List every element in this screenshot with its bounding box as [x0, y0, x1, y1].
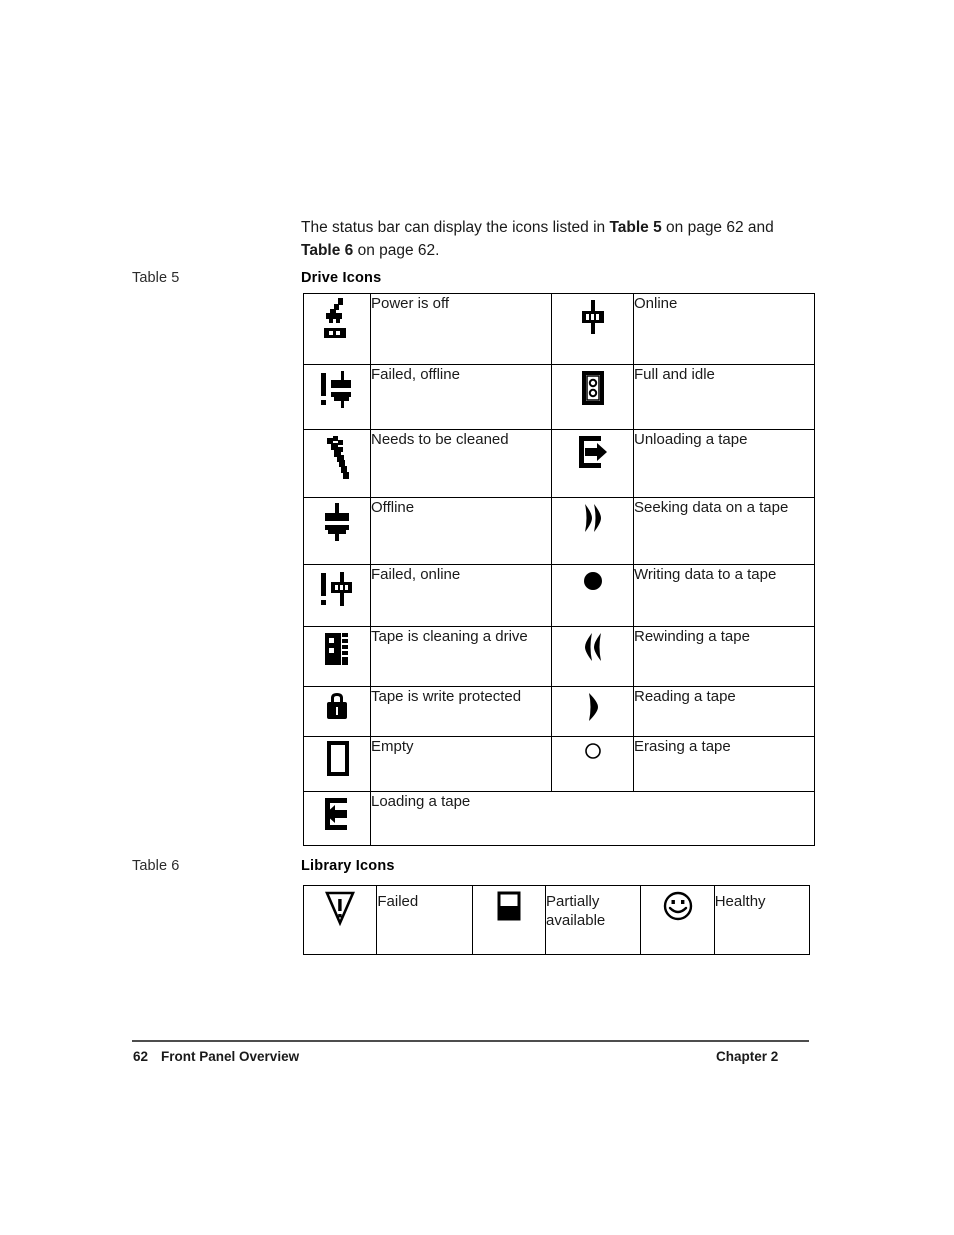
healthy-smiley-icon-cell: [640, 885, 715, 955]
table-row: Failed, offline Full and idle: [303, 364, 815, 430]
partially-available-icon: [492, 886, 526, 926]
needs-cleaning-icon-cell: [303, 429, 371, 498]
row-label: Healthy: [713, 885, 811, 955]
row-label: Failed: [376, 885, 473, 955]
reading-icon-cell: [551, 686, 634, 737]
rewinding-icon-cell: [551, 626, 634, 687]
row-label: Unloading a tape: [633, 429, 815, 498]
table-row: Tape is write protected Reading a tape: [303, 686, 815, 737]
table-row: Empty Erasing a tape: [303, 736, 815, 792]
row-label: Partially available: [545, 885, 642, 955]
intro-table5-reference: Table 5: [609, 219, 662, 236]
unloading-tape-icon-cell: [551, 429, 634, 498]
row-label: Empty: [370, 736, 552, 792]
footer-left: 62 Front Panel Overview: [133, 1049, 299, 1064]
rewinding-icon: [575, 627, 611, 667]
seeking-icon-cell: [551, 497, 634, 565]
write-protected-icon-cell: [303, 686, 371, 737]
intro-text-part3: on page 62.: [353, 242, 440, 259]
unloading-tape-icon: [573, 430, 613, 474]
table-row: Failed, online Writing data to a tape: [303, 564, 815, 627]
row-label: Reading a tape: [633, 686, 815, 737]
row-label: Seeking data on a tape: [633, 497, 815, 565]
row-label: Erasing a tape: [633, 736, 815, 792]
table5-title: Drive Icons: [301, 270, 382, 286]
empty-icon: [320, 737, 354, 781]
failed-warning-icon: [320, 886, 360, 930]
offline-icon-cell: [303, 497, 371, 565]
partially-available-icon-cell: [471, 885, 547, 955]
cleaning-tape-icon: [318, 627, 356, 671]
table-row: Offline Seeking data on a tape: [303, 497, 815, 565]
erasing-icon-cell: [551, 736, 634, 792]
row-label: Full and idle: [633, 364, 815, 430]
table6-margin-label: Table 6: [132, 858, 180, 874]
intro-table6-reference: Table 6: [301, 242, 354, 259]
row-label: Online: [633, 293, 815, 365]
full-and-idle-icon-cell: [551, 364, 634, 430]
footer-section-title: Front Panel Overview: [161, 1049, 300, 1064]
failed-offline-icon-cell: [303, 364, 371, 430]
footer-divider: [132, 1040, 809, 1042]
cleaning-tape-icon-cell: [303, 626, 371, 687]
failed-warning-icon-cell: [302, 885, 378, 955]
online-icon-cell: [551, 293, 634, 365]
offline-icon: [317, 498, 357, 544]
needs-cleaning-icon: [317, 430, 357, 486]
failed-offline-icon: [315, 365, 359, 413]
footer-chapter: Chapter 2: [716, 1049, 779, 1064]
healthy-smiley-icon: [658, 886, 698, 926]
writing-icon-cell: [551, 564, 634, 627]
row-label: Loading a tape: [370, 791, 815, 846]
writing-icon: [577, 565, 609, 597]
empty-icon-cell: [303, 736, 371, 792]
table-row: Loading a tape: [303, 791, 815, 846]
erasing-icon: [579, 737, 607, 765]
library-icons-table: Failed Partially available Healthy: [302, 885, 811, 955]
failed-online-icon: [315, 565, 359, 613]
reading-icon: [579, 687, 607, 727]
online-icon: [573, 294, 613, 344]
row-label: Power is off: [370, 293, 552, 365]
row-label: Writing data to a tape: [633, 564, 815, 627]
row-label: Failed, online: [370, 564, 552, 627]
failed-online-icon-cell: [303, 564, 371, 627]
table-row: Failed Partially available Healthy: [302, 885, 811, 955]
row-label: Needs to be cleaned: [370, 429, 552, 498]
loading-tape-icon: [317, 792, 357, 836]
table-row: Needs to be cleaned Unloading a tape: [303, 429, 815, 498]
power-off-icon: [317, 294, 357, 344]
row-label: Tape is cleaning a drive: [370, 626, 552, 687]
document-page: The status bar can display the icons lis…: [0, 0, 954, 1235]
seeking-icon: [575, 498, 611, 538]
power-off-icon-cell: [303, 293, 371, 365]
row-label: Failed, offline: [370, 364, 552, 430]
intro-text-part2: on page 62 and: [661, 219, 774, 236]
table5-margin-label: Table 5: [132, 270, 180, 286]
table-row: Power is off Online: [303, 293, 815, 365]
row-label: Rewinding a tape: [633, 626, 815, 687]
table-row: Tape is cleaning a drive Rewinding a tap…: [303, 626, 815, 687]
row-label: Offline: [370, 497, 552, 565]
write-protected-icon: [320, 687, 354, 725]
intro-paragraph: The status bar can display the icons lis…: [301, 216, 813, 262]
intro-text-part1: The status bar can display the icons lis…: [301, 219, 610, 236]
drive-icons-table: Power is off Online Failed, offline Full…: [303, 293, 815, 846]
table6-title: Library Icons: [301, 858, 395, 874]
row-label: Tape is write protected: [370, 686, 552, 737]
full-and-idle-icon: [575, 365, 611, 411]
loading-tape-icon-cell: [303, 791, 371, 846]
page-number: 62: [133, 1049, 149, 1064]
